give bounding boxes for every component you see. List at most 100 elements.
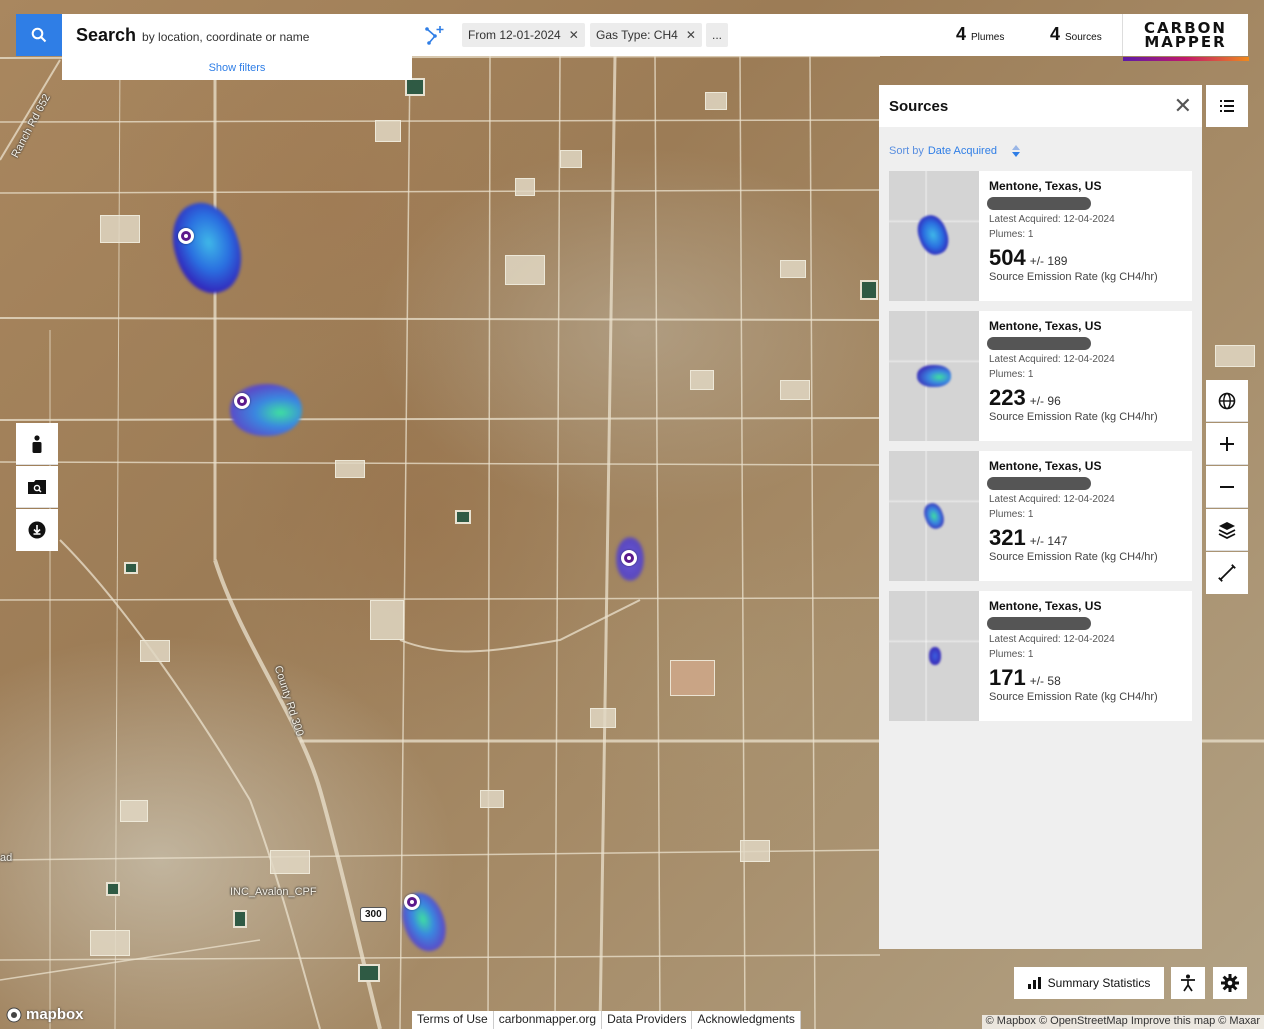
acknowledgments-link[interactable]: Acknowledgments [692,1011,801,1029]
source-card[interactable]: Mentone, Texas, US Latest Acquired: 12-0… [889,591,1192,721]
filter-chip-date[interactable]: From 12-01-2024 ✕ [462,23,585,47]
carbonmapper-link[interactable]: carbonmapper.org [494,1011,603,1029]
plume-count-text: Plumes: 1 [989,509,1034,520]
terms-link[interactable]: Terms of Use [412,1011,494,1029]
layers-button[interactable] [1206,509,1248,551]
measure-button[interactable] [1206,552,1248,594]
list-toggle-button[interactable] [1206,85,1248,127]
pond [405,78,425,96]
search-title[interactable]: Search [76,25,136,46]
search-input[interactable]: by location, coordinate or name [142,30,309,44]
rate-value: 321 [989,525,1026,550]
layers-icon [1218,521,1236,539]
plume-count-label: Plumes [971,32,1005,43]
show-filters-button[interactable]: Show filters [62,56,412,80]
close-icon[interactable]: ✕ [1174,95,1192,117]
rate-uncertainty: +/- 189 [1029,254,1068,268]
redacted-name [987,337,1091,350]
latest-acquired: Latest Acquired: 12-04-2024 [989,494,1115,505]
plume-shape [929,647,941,665]
data-providers-link[interactable]: Data Providers [602,1011,693,1029]
carbon-mapper-logo[interactable]: CARBON MAPPER [1122,14,1249,61]
rate-unit: Source Emission Rate (kg CH4/hr) [989,271,1158,283]
source-card[interactable]: Mentone, Texas, US Latest Acquired: 12-0… [889,451,1192,581]
latest-acquired: Latest Acquired: 12-04-2024 [989,354,1115,365]
sort-arrows-icon[interactable] [1011,144,1021,158]
rate-value: 171 [989,665,1026,690]
source-marker[interactable] [404,894,420,910]
rate-uncertainty: +/- 58 [1029,674,1061,688]
well-pad [670,660,715,696]
latest-acquired: Latest Acquired: 12-04-2024 [989,214,1115,225]
map-label: ad [0,852,13,864]
download-button[interactable] [16,509,58,551]
draw-polygon-icon[interactable] [424,24,446,46]
search-icon [31,27,47,43]
person-button[interactable] [16,423,58,465]
well-pad [515,178,535,196]
plume-shape [917,365,951,387]
emission-rate: 171 +/- 58 [989,665,1182,691]
well-pad [90,930,130,956]
well-pad [560,150,582,168]
source-location: Mentone, Texas, US [989,179,1102,193]
rate-unit: Source Emission Rate (kg CH4/hr) [989,691,1158,703]
summary-statistics-button[interactable]: Summary Statistics [1014,967,1164,999]
mapbox-logo[interactable]: mapbox [6,1006,84,1023]
plume-shape [913,211,953,259]
well-pad [780,260,806,278]
well-pad [270,850,310,874]
close-icon[interactable]: ✕ [686,28,696,42]
pond [455,510,471,524]
well-pad [375,120,401,142]
chip-label: From 12-01-2024 [468,28,561,42]
road-shield: 300 [360,907,387,922]
emission-rate: 321 +/- 147 [989,525,1182,551]
list-icon [1220,100,1234,112]
source-marker[interactable] [621,550,637,566]
zoom-in-button[interactable] [1206,423,1248,465]
well-pad [690,370,714,390]
close-icon[interactable]: ✕ [569,28,579,42]
person-icon [32,434,42,453]
map-attribution[interactable]: © Mapbox © OpenStreetMap Improve this ma… [981,1015,1264,1029]
well-pad [740,840,770,862]
accessibility-button[interactable] [1171,967,1205,999]
rate-unit: Source Emission Rate (kg CH4/hr) [989,411,1158,423]
filter-chip-gas[interactable]: Gas Type: CH4 ✕ [590,23,702,47]
zoom-out-button[interactable] [1206,466,1248,508]
redacted-name [987,617,1091,630]
source-card[interactable]: Mentone, Texas, US Latest Acquired: 12-0… [889,171,1192,301]
globe-button[interactable] [1206,380,1248,422]
rate-uncertainty: +/- 147 [1029,534,1068,548]
emission-rate: 504 +/- 189 [989,245,1182,271]
well-pad [335,460,365,478]
plus-icon [1220,436,1234,451]
chip-label: Gas Type: CH4 [596,28,678,42]
source-location: Mentone, Texas, US [989,319,1102,333]
source-card[interactable]: Mentone, Texas, US Latest Acquired: 12-0… [889,311,1192,441]
well-pad [370,600,404,640]
latest-acquired: Latest Acquired: 12-04-2024 [989,634,1115,645]
settings-button[interactable] [1213,967,1247,999]
minus-icon [1220,485,1234,488]
well-pad [480,790,504,808]
source-count-label: Sources [1065,32,1102,43]
well-pad [590,708,616,728]
source-marker[interactable] [178,228,194,244]
sort-field[interactable]: Date Acquired [928,145,997,157]
source-marker[interactable] [234,393,250,409]
source-location: Mentone, Texas, US [989,459,1102,473]
emission-rate: 223 +/- 96 [989,385,1182,411]
plume-thumbnail [889,591,979,721]
brand-bar [1123,57,1249,61]
footer-links: Terms of Use carbonmapper.org Data Provi… [412,1011,801,1029]
methane-plume[interactable] [230,384,302,436]
pond [358,964,380,982]
search-button[interactable] [16,14,62,56]
filter-chip-more[interactable]: ... [706,23,729,47]
folder-search-button[interactable] [16,466,58,508]
pond [233,910,247,928]
well-pad [1215,345,1255,367]
sort-control[interactable]: Sort by Date Acquired [889,144,1192,158]
